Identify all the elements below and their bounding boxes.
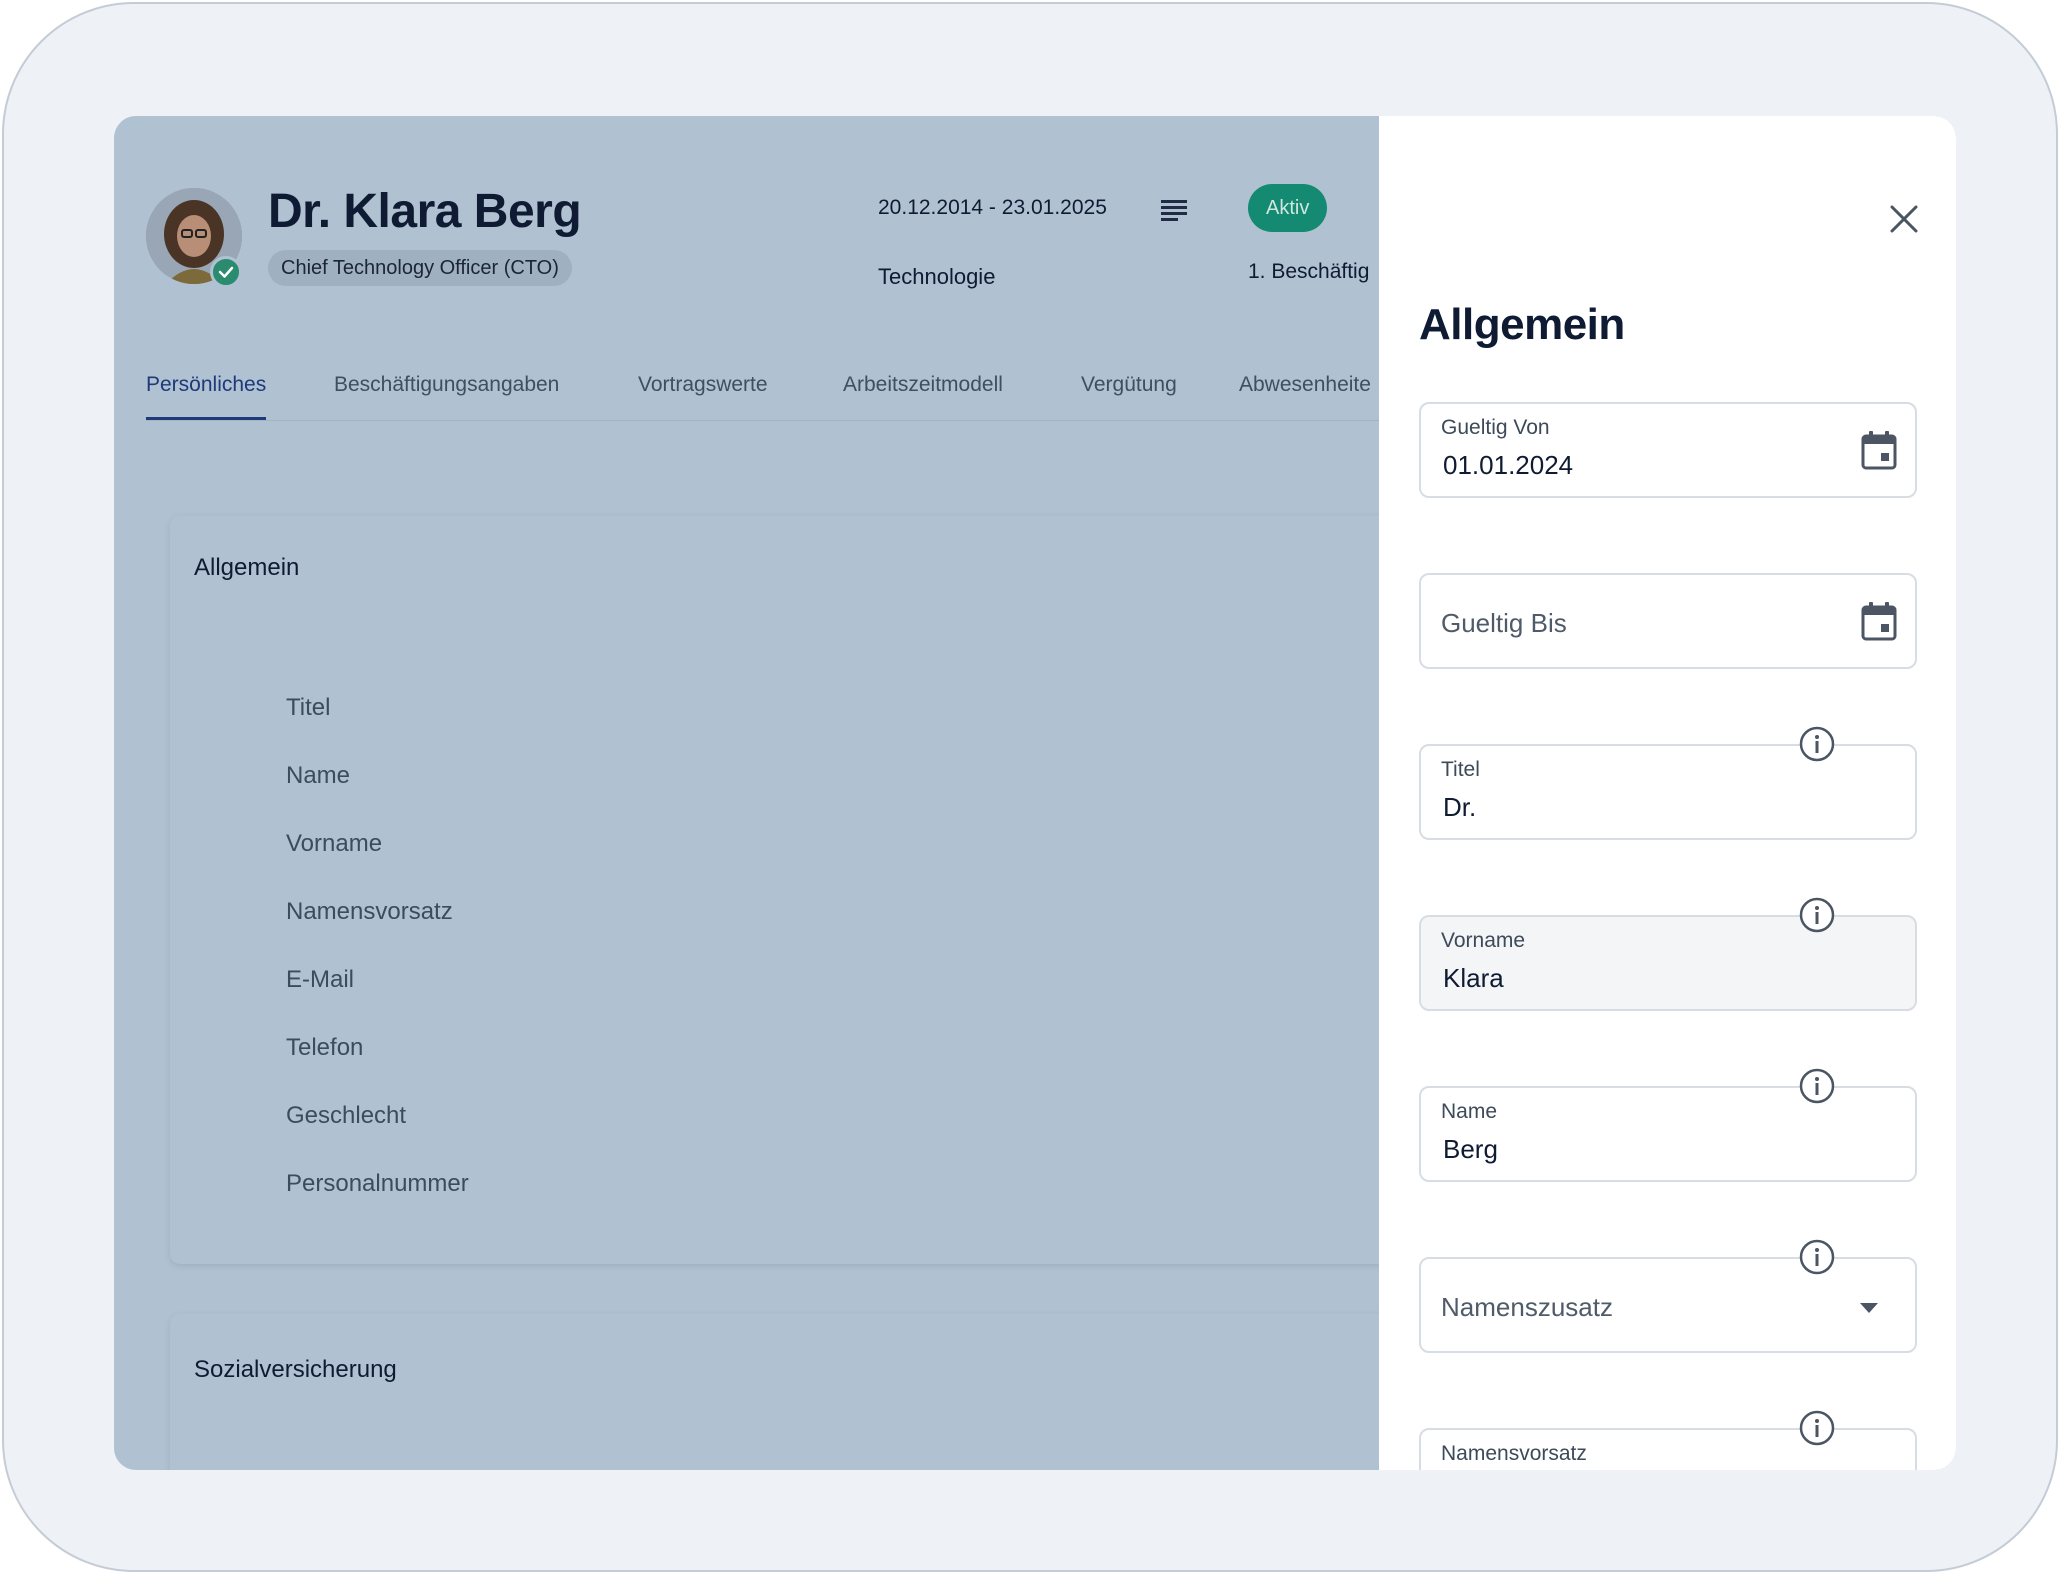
field-label: Vorname	[1441, 929, 1526, 952]
social-insurance-card: Sozialversicherung	[170, 1314, 1400, 1470]
field-label-titel: Titel	[286, 694, 331, 721]
field-placeholder: Namenszusatz	[1441, 1292, 1613, 1322]
info-icon[interactable]	[1799, 726, 1835, 762]
field-label-email: E-Mail	[286, 966, 355, 993]
close-icon[interactable]	[1887, 202, 1921, 236]
info-icon[interactable]	[1799, 1068, 1835, 1104]
general-section-card: Allgemein Titel Name Vorname Namensvorsa…	[170, 516, 1400, 1264]
field-label-name: Name	[286, 762, 351, 789]
verified-check-icon	[210, 256, 242, 288]
list-icon[interactable]	[1161, 198, 1187, 227]
department: Technologie	[878, 264, 996, 289]
field-placeholder: Gueltig Bis	[1441, 608, 1567, 638]
employee-name: Dr. Klara Berg	[268, 185, 582, 238]
valid-from-field[interactable]: Gueltig Von 01.01.2024	[1419, 402, 1917, 498]
section-title: Allgemein	[194, 554, 300, 581]
field-label-vorname: Vorname	[286, 830, 383, 857]
field-label: Titel	[1441, 758, 1480, 781]
tab-abwesenheiten[interactable]: Abwesenheite	[1239, 368, 1371, 420]
field-value: Berg	[1443, 1134, 1498, 1164]
field-value: Dr.	[1443, 792, 1477, 822]
tab-beschaeftigungsangaben[interactable]: Beschäftigungsangaben	[334, 368, 559, 420]
field-label-personalnummer: Personalnummer	[286, 1170, 469, 1197]
name-suffix-select[interactable]: Namenszusatz	[1419, 1257, 1917, 1353]
dropdown-arrow-icon[interactable]	[1859, 1301, 1879, 1319]
profile-tabs: Persönliches Beschäftigungsangaben Vortr…	[146, 368, 1386, 421]
tab-verguetung[interactable]: Vergütung	[1081, 368, 1177, 420]
field-label: Name	[1441, 1100, 1498, 1123]
tab-persoenliches[interactable]: Persönliches	[146, 368, 267, 420]
section-title: Sozialversicherung	[194, 1356, 397, 1383]
first-name-field[interactable]: Vorname Klara	[1419, 915, 1917, 1011]
calendar-icon[interactable]	[1861, 430, 1897, 475]
tab-vortragswerte[interactable]: Vortragswerte	[638, 368, 768, 420]
employment-number: 1. Beschäftig	[1248, 260, 1370, 283]
tab-arbeitszeitmodell[interactable]: Arbeitszeitmodell	[843, 368, 1003, 420]
employment-date-range: 20.12.2014 - 23.01.2025	[878, 196, 1107, 219]
last-name-field[interactable]: Name Berg	[1419, 1086, 1917, 1182]
field-value: 01.01.2024	[1443, 450, 1574, 480]
info-icon[interactable]	[1799, 897, 1835, 933]
field-label-geschlecht: Geschlecht	[286, 1102, 407, 1129]
calendar-icon[interactable]	[1861, 601, 1897, 646]
edit-drawer: Allgemein Gueltig Von 01.01.2024 Gueltig…	[1379, 116, 1956, 1470]
role-badge: Chief Technology Officer (CTO)	[268, 250, 572, 286]
info-icon[interactable]	[1799, 1239, 1835, 1275]
field-label: Namensvorsatz	[1441, 1442, 1587, 1465]
device-frame: Dr. Klara Berg Chief Technology Officer …	[2, 2, 2058, 1572]
field-label-telefon: Telefon	[286, 1034, 364, 1061]
field-label: Gueltig Von	[1441, 416, 1550, 439]
name-prefix-field[interactable]: Namensvorsatz	[1419, 1428, 1917, 1470]
drawer-title: Allgemein	[1419, 300, 1625, 349]
app-screen: Dr. Klara Berg Chief Technology Officer …	[114, 116, 1956, 1470]
field-value: Klara	[1443, 963, 1504, 993]
title-field[interactable]: Titel Dr.	[1419, 744, 1917, 840]
status-badge: Aktiv	[1248, 184, 1328, 232]
valid-to-field[interactable]: Gueltig Bis	[1419, 573, 1917, 669]
info-icon[interactable]	[1799, 1410, 1835, 1446]
field-label-namensvorsatz: Namensvorsatz	[286, 898, 453, 925]
